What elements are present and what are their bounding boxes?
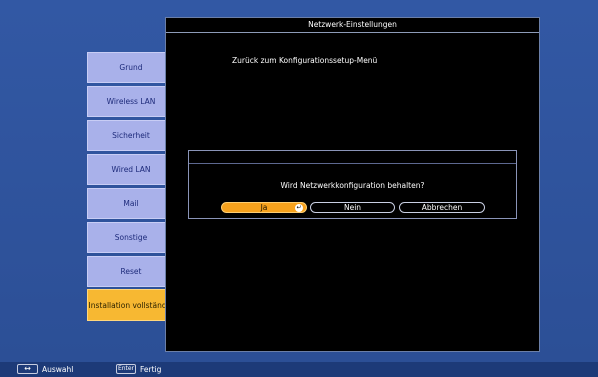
sidebar-item-label: Reset xyxy=(87,256,175,287)
back-to-setup-menu-link[interactable]: Zurück zum Konfigurationssetup-Menü xyxy=(232,56,377,65)
enter-icon: ↵ xyxy=(295,204,303,212)
no-button[interactable]: Nein xyxy=(310,202,395,213)
dialog-header xyxy=(189,151,516,164)
sidebar-item-label: Sonstige xyxy=(87,222,175,253)
hint-label-done: Fertig xyxy=(140,365,162,374)
yes-button[interactable]: Ja ↵ xyxy=(221,202,307,213)
sidebar-item-label: Sicherheit xyxy=(87,120,175,151)
yes-button-label: Ja xyxy=(260,203,268,212)
sidebar-item-label: Wired LAN xyxy=(87,154,175,185)
hint-label-select: Auswahl xyxy=(42,365,74,374)
sidebar-item-label: Wireless LAN xyxy=(87,86,175,117)
confirm-dialog: Wird Netzwerkkonfiguration behalten? Ja … xyxy=(188,150,517,219)
panel-title: Netzwerk-Einstellungen xyxy=(166,18,539,33)
sidebar-item-label: Mail xyxy=(87,188,175,219)
sidebar-item-label: Grund xyxy=(87,52,175,83)
cancel-button[interactable]: Abbrechen xyxy=(399,202,485,213)
cancel-button-label: Abbrechen xyxy=(421,203,463,212)
no-button-label: Nein xyxy=(343,203,362,212)
enter-key-icon: Enter xyxy=(116,364,136,374)
arrows-left-right-icon: ↔ xyxy=(17,364,38,374)
hint-bar: ↔ Auswahl Enter Fertig xyxy=(0,362,598,377)
dialog-message: Wird Netzwerkkonfiguration behalten? xyxy=(280,181,425,190)
sidebar-item-label: Installation vollständig xyxy=(87,289,175,321)
